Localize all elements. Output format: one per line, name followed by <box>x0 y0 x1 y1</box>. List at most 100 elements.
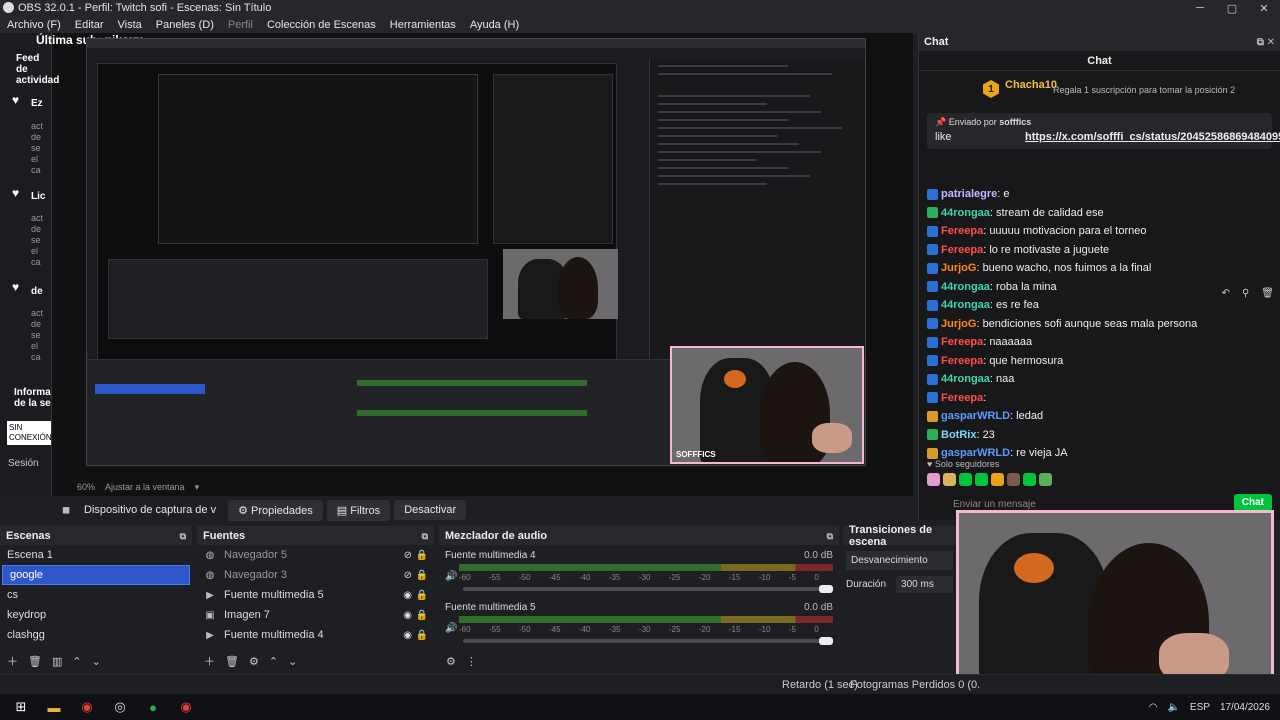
menu-help[interactable]: Ayuda (H) <box>463 19 526 31</box>
emote-icon[interactable] <box>1039 473 1052 486</box>
lock-icon[interactable]: 🔒 <box>416 550 428 561</box>
chat-username[interactable]: BotRix <box>941 429 976 441</box>
windows-start-icon[interactable]: ⊞ <box>9 697 33 717</box>
chat-message[interactable]: Fereepa: lo re motivaste a juguete <box>927 241 1277 260</box>
chrome-profile-icon[interactable]: ◉ <box>174 697 198 717</box>
properties-button[interactable]: ⚙ Propiedades <box>228 499 323 521</box>
lock-icon[interactable]: 🔒 <box>416 630 428 641</box>
emote-icon[interactable] <box>991 473 1004 486</box>
scene-item[interactable]: keydrop <box>0 605 192 625</box>
volume-icon[interactable]: 🔈 <box>1167 702 1179 713</box>
close-button[interactable]: ✕ <box>1248 0 1280 16</box>
source-item[interactable]: ▶ Fuente multimedia 5 ◉ 🔒 <box>197 585 434 605</box>
chevron-down-icon[interactable]: ⌄ <box>288 655 297 668</box>
zoom-level[interactable]: 60% <box>77 482 95 492</box>
source-item[interactable]: ◍ Navegador 3 ⊘ 🔒 <box>197 565 434 585</box>
menu-tools[interactable]: Herramientas <box>383 19 463 31</box>
chat-username[interactable]: gasparWRLD <box>941 410 1010 422</box>
add-icon[interactable]: ＋ <box>7 653 18 669</box>
gear-icon[interactable]: ⚙ <box>446 655 456 668</box>
menu-view[interactable]: Vista <box>111 19 149 31</box>
lock-icon[interactable]: 🔒 <box>416 590 428 601</box>
menu-scene-collection[interactable]: Colección de Escenas <box>260 19 383 31</box>
chat-username[interactable]: Fereepa <box>941 225 983 237</box>
add-icon[interactable]: ＋ <box>204 653 215 669</box>
lock-icon[interactable]: 🔒 <box>416 570 428 581</box>
volume-slider[interactable] <box>463 637 833 645</box>
chevron-down-icon[interactable]: ▾ <box>195 482 200 493</box>
duration-input[interactable]: 300 ms <box>896 576 953 593</box>
volume-knob[interactable] <box>819 585 833 593</box>
pin-icon[interactable]: ⚲ <box>1242 288 1249 299</box>
chat-username[interactable]: 44rongaa <box>941 207 990 219</box>
chrome-icon[interactable]: ◉ <box>75 697 99 717</box>
emote-icon[interactable] <box>959 473 972 486</box>
chat-message[interactable]: Fereepa: <box>927 389 1277 408</box>
wifi-icon[interactable]: ◠ <box>1149 702 1158 713</box>
trash-icon[interactable]: 🗑 <box>28 655 42 668</box>
minimize-button[interactable]: ─ <box>1184 0 1216 16</box>
reply-icon[interactable]: ↶ <box>1222 288 1230 299</box>
source-item[interactable]: ▣ Imagen 7 ◉ 🔒 <box>197 605 434 625</box>
filter-icon[interactable]: ▥ <box>52 655 62 668</box>
chat-username[interactable]: JurjoG <box>941 262 976 274</box>
chat-message[interactable]: JurjoG: bendiciones sofi aunque seas mal… <box>927 315 1277 334</box>
fit-window-option[interactable]: Ajustar a la ventana <box>105 482 185 492</box>
delete-icon[interactable]: 🗑 <box>1261 288 1274 299</box>
obs-icon[interactable]: ◎ <box>108 697 132 717</box>
hidden-eye-icon[interactable]: ⊘ <box>404 550 412 561</box>
menu-edit[interactable]: Editar <box>68 19 111 31</box>
emote-icon[interactable] <box>927 473 940 486</box>
menu-file[interactable]: Archivo (F) <box>0 19 68 31</box>
eye-icon[interactable]: ◉ <box>403 610 412 621</box>
volume-slider[interactable] <box>463 585 833 593</box>
emote-icon[interactable] <box>1023 473 1036 486</box>
undock-icon[interactable]: ⧉ <box>827 531 833 542</box>
eye-icon[interactable]: ◉ <box>403 630 412 641</box>
menu-docks[interactable]: Paneles (D) <box>149 19 221 31</box>
chat-username[interactable]: Fereepa <box>941 336 983 348</box>
hidden-eye-icon[interactable]: ⊘ <box>404 570 412 581</box>
source-item[interactable]: ◍ Navegador 5 ⊘ 🔒 <box>197 545 434 565</box>
scene-item[interactable]: clashgg <box>0 625 192 645</box>
undock-icon[interactable]: ⧉ <box>180 531 186 542</box>
chevron-up-icon[interactable]: ⌃ <box>72 655 81 668</box>
chat-message[interactable]: 44rongaa: stream de calidad ese <box>927 204 1277 223</box>
undock-icon[interactable]: ⧉ <box>422 531 428 542</box>
chat-message[interactable]: Fereepa: que hermosura <box>927 352 1277 371</box>
chat-message[interactable]: BotRix: 23 <box>927 426 1277 445</box>
dock-controls[interactable]: ⧉ ✕ <box>1257 37 1275 48</box>
gear-icon[interactable]: ⚙ <box>249 655 259 668</box>
chevron-down-icon[interactable]: ⌄ <box>92 655 101 668</box>
pinned-link[interactable]: https://x.com/sofffi_cs/status/204525868… <box>1025 131 1280 143</box>
language-indicator[interactable]: ESP <box>1190 702 1210 713</box>
scene-item[interactable]: cs <box>0 585 192 605</box>
chat-message[interactable]: JurjoG: bueno wacho, nos fuimos a la fin… <box>927 259 1277 278</box>
chat-username[interactable]: 44rongaa <box>941 281 990 293</box>
transition-select[interactable]: Desvanecimiento <box>846 551 953 570</box>
menu-profile[interactable]: Perfil <box>221 19 260 31</box>
more-icon[interactable]: ⋮ <box>466 655 477 668</box>
chat-message[interactable]: Fereepa: naaaaaa <box>927 333 1277 352</box>
chat-message[interactable]: gasparWRLD: ledad <box>927 407 1277 426</box>
lock-icon[interactable]: 🔒 <box>416 610 428 621</box>
eye-icon[interactable]: ◉ <box>403 590 412 601</box>
deactivate-button[interactable]: Desactivar <box>394 500 467 520</box>
chevron-up-icon[interactable]: ⌃ <box>269 655 278 668</box>
chat-username[interactable]: 44rongaa <box>941 299 990 311</box>
chat-username[interactable]: 44rongaa <box>941 373 990 385</box>
chat-message[interactable]: Fereepa: uuuuu motivacion para el torneo <box>927 222 1277 241</box>
folder-icon[interactable]: ▬ <box>42 697 66 717</box>
chat-send-button[interactable]: Chat <box>1233 494 1272 511</box>
filters-button[interactable]: ▤ Filtros <box>326 499 391 521</box>
spotify-icon[interactable]: ● <box>141 697 165 717</box>
chat-username[interactable]: JurjoG <box>941 318 976 330</box>
chat-username[interactable]: patrialegre <box>941 188 997 200</box>
chat-message[interactable]: patrialegre: e <box>927 185 1277 204</box>
scene-item[interactable]: Escena 1 <box>0 545 192 565</box>
trash-icon[interactable]: 🗑 <box>225 655 239 668</box>
source-item[interactable]: ▶ Fuente multimedia 4 ◉ 🔒 <box>197 625 434 645</box>
speaker-icon[interactable]: 🔊 <box>445 623 457 634</box>
clock-date[interactable]: 17/04/2026 <box>1220 702 1270 713</box>
emote-icon[interactable] <box>1007 473 1020 486</box>
